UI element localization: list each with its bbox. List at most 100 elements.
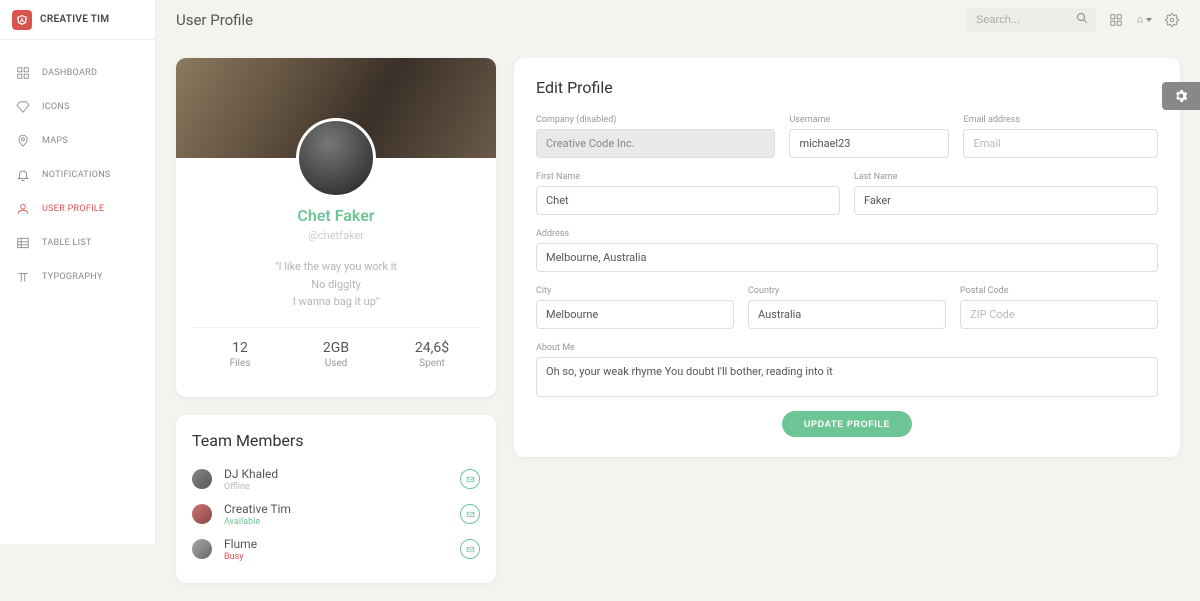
email-input[interactable] xyxy=(963,129,1158,158)
diamond-icon xyxy=(14,100,32,114)
stat-value: 12 xyxy=(196,340,284,356)
profile-cover xyxy=(176,58,496,158)
avatar xyxy=(192,469,212,489)
profile-stats: 12 Files 2GB Used 24,6$ Spent xyxy=(192,327,480,381)
country-label: Country xyxy=(748,286,946,296)
sidebar-item-dashboard[interactable]: DASHBOARD xyxy=(0,56,155,90)
sidebar-item-icons[interactable]: ICONS xyxy=(0,90,155,124)
message-button[interactable] xyxy=(460,504,480,524)
avatar xyxy=(192,504,212,524)
firstname-input[interactable] xyxy=(536,186,840,215)
floating-settings-tab[interactable] xyxy=(1162,82,1200,110)
profile-name: Chet Faker xyxy=(192,206,480,225)
username-input[interactable] xyxy=(789,129,949,158)
stat-value: 2GB xyxy=(292,340,380,356)
message-button[interactable] xyxy=(460,469,480,489)
right-column: Edit Profile Company (disabled) Username… xyxy=(514,58,1180,583)
member-status: Busy xyxy=(224,552,460,562)
company-input xyxy=(536,129,775,158)
stat-label: Spent xyxy=(388,358,476,369)
email-label: Email address xyxy=(963,115,1158,125)
stat-spent: 24,6$ Spent xyxy=(384,328,480,381)
city-label: City xyxy=(536,286,734,296)
message-button[interactable] xyxy=(460,539,480,559)
city-input[interactable] xyxy=(536,300,734,329)
gear-icon xyxy=(1173,88,1189,104)
sidebar-item-label: MAPS xyxy=(42,136,68,146)
brand-logo[interactable] xyxy=(12,10,32,30)
team-title: Team Members xyxy=(192,431,480,450)
team-member: Creative Tim Available xyxy=(192,497,480,532)
sidebar-item-table-list[interactable]: TABLE LIST xyxy=(0,226,155,260)
sidebar-item-maps[interactable]: MAPS xyxy=(0,124,155,158)
quote-line: "I like the way you work it xyxy=(192,258,480,276)
topbar-right xyxy=(966,8,1180,32)
content: Chet Faker @chetfaker "I like the way yo… xyxy=(156,40,1200,601)
angular-icon xyxy=(16,14,28,26)
team-member: Flume Busy xyxy=(192,532,480,567)
sidebar-item-typography[interactable]: TYPOGRAPHY xyxy=(0,260,155,294)
member-status: Offline xyxy=(224,482,460,492)
address-label: Address xyxy=(536,229,1158,239)
settings-icon[interactable] xyxy=(1164,12,1180,28)
lastname-label: Last Name xyxy=(854,172,1158,182)
edit-profile-card: Edit Profile Company (disabled) Username… xyxy=(514,58,1180,457)
firstname-label: First Name xyxy=(536,172,840,182)
avatar xyxy=(192,539,212,559)
stat-value: 24,6$ xyxy=(388,340,476,356)
mail-icon xyxy=(466,510,475,519)
about-label: About Me xyxy=(536,343,1158,353)
member-status: Available xyxy=(224,517,460,527)
sidebar-item-notifications[interactable]: NOTIFICATIONS xyxy=(0,158,155,192)
user-icon xyxy=(14,202,32,216)
profile-quote: "I like the way you work it No diggity I… xyxy=(192,258,480,311)
stat-label: Used xyxy=(292,358,380,369)
map-pin-icon xyxy=(14,134,32,148)
sidebar-item-user-profile[interactable]: USER PROFILE xyxy=(0,192,155,226)
search-wrap xyxy=(966,8,1096,32)
company-label: Company (disabled) xyxy=(536,115,775,125)
quote-line: No diggity xyxy=(192,276,480,294)
sidebar-item-label: ICONS xyxy=(42,102,70,112)
profile-card: Chet Faker @chetfaker "I like the way yo… xyxy=(176,58,496,397)
postal-input[interactable] xyxy=(960,300,1158,329)
typography-icon xyxy=(14,270,32,284)
update-profile-button[interactable]: UPDATE PROFILE xyxy=(782,411,912,437)
sidebar-item-label: TABLE LIST xyxy=(42,238,92,248)
lastname-input[interactable] xyxy=(854,186,1158,215)
sidebar-item-label: NOTIFICATIONS xyxy=(42,170,111,180)
search-icon[interactable] xyxy=(1076,12,1088,28)
member-info: Creative Tim Available xyxy=(224,502,460,527)
mail-icon xyxy=(466,545,475,554)
member-name: DJ Khaled xyxy=(224,467,460,481)
username-label: Username xyxy=(789,115,949,125)
stat-used: 2GB Used xyxy=(288,328,384,381)
page-title: User Profile xyxy=(176,11,253,29)
member-info: Flume Busy xyxy=(224,537,460,562)
address-input[interactable] xyxy=(536,243,1158,272)
table-icon xyxy=(14,236,32,250)
edit-title: Edit Profile xyxy=(536,78,1158,97)
dashboard-icon xyxy=(14,66,32,80)
stat-label: Files xyxy=(196,358,284,369)
sidebar-item-label: DASHBOARD xyxy=(42,68,97,78)
profile-handle: @chetfaker xyxy=(192,229,480,242)
team-card: Team Members DJ Khaled Offline Creative … xyxy=(176,415,496,583)
topbar: User Profile xyxy=(156,0,1200,40)
sidebar-nav: DASHBOARD ICONS MAPS NOTIFICATIONS USER … xyxy=(0,40,155,294)
notifications-icon[interactable] xyxy=(1136,12,1152,28)
main: User Profile Chet Faker @chetfaker xyxy=(156,0,1200,601)
chevron-down-icon xyxy=(1146,18,1152,22)
sidebar-item-label: USER PROFILE xyxy=(42,204,104,214)
left-column: Chet Faker @chetfaker "I like the way yo… xyxy=(176,58,496,583)
grid-icon[interactable] xyxy=(1108,12,1124,28)
bell-icon xyxy=(14,168,32,182)
sidebar: CREATIVE TIM DASHBOARD ICONS MAPS NOTIFI… xyxy=(0,0,156,544)
country-input[interactable] xyxy=(748,300,946,329)
about-textarea[interactable] xyxy=(536,357,1158,397)
brand-name: CREATIVE TIM xyxy=(40,14,109,25)
member-info: DJ Khaled Offline xyxy=(224,467,460,492)
postal-label: Postal Code xyxy=(960,286,1158,296)
profile-avatar[interactable] xyxy=(296,118,376,198)
quote-line: I wanna bag it up" xyxy=(192,293,480,311)
